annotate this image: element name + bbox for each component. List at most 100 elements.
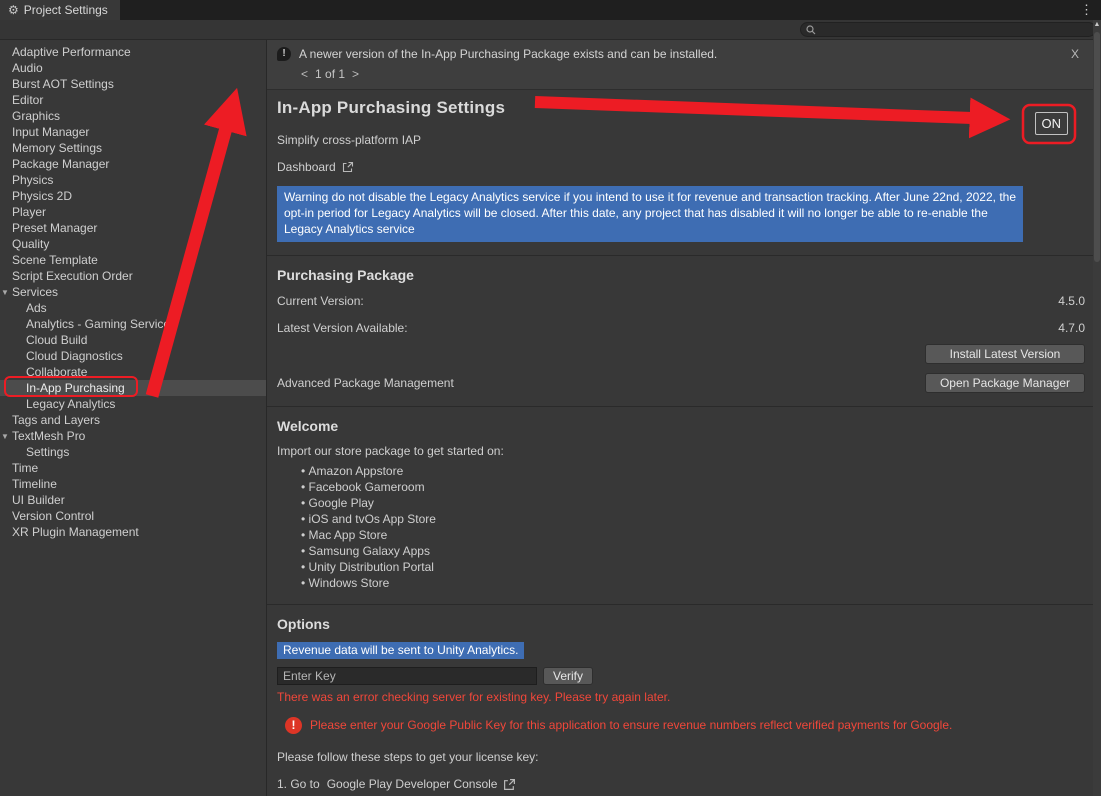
sidebar-item-timeline[interactable]: Timeline (0, 476, 266, 492)
sidebar-item-ads[interactable]: Ads (0, 300, 266, 316)
store-list-item: Mac App Store (301, 527, 1085, 543)
foldout-icon[interactable]: ▼ (1, 429, 9, 445)
sidebar-item-label: Timeline (12, 477, 57, 491)
google-key-error-text: Please enter your Google Public Key for … (310, 717, 952, 734)
dashboard-link[interactable]: Dashboard (277, 160, 354, 174)
sidebar-item-graphics[interactable]: Graphics (0, 108, 266, 124)
sidebar-item-time[interactable]: Time (0, 460, 266, 476)
store-list-item: Samsung Galaxy Apps (301, 543, 1085, 559)
sidebar-item-label: Version Control (12, 509, 94, 523)
sidebar-item-tmp-settings[interactable]: Settings (0, 444, 266, 460)
sidebar-item-label: Cloud Build (26, 333, 87, 347)
welcome-intro: Import our store package to get started … (277, 444, 1085, 458)
sidebar-item-label: Analytics - Gaming Services (26, 317, 176, 331)
simplify-iap-label: Simplify cross-platform IAP (277, 133, 1085, 147)
store-list-item: Facebook Gameroom (301, 479, 1085, 495)
banner-close-icon[interactable]: X (1065, 47, 1091, 61)
sidebar-item-tags-and-layers[interactable]: Tags and Layers (0, 412, 266, 428)
license-steps-intro: Please follow these steps to get your li… (277, 750, 1085, 764)
search-input[interactable] (820, 24, 1090, 36)
sidebar-item-label: Collaborate (26, 365, 87, 379)
search-box[interactable] (800, 22, 1096, 37)
window-menu-kebab-icon[interactable]: ⋮ (1072, 0, 1101, 20)
search-icon (806, 25, 816, 35)
sidebar-item-label: Package Manager (12, 157, 109, 171)
sidebar-item-services[interactable]: ▼Services (0, 284, 266, 300)
scrollbar-thumb[interactable] (1094, 32, 1100, 262)
vertical-scrollbar[interactable]: ▲ (1093, 20, 1101, 796)
external-link-icon (503, 778, 516, 791)
store-list-item: Windows Store (301, 575, 1085, 591)
sidebar-item-memory-settings[interactable]: Memory Settings (0, 140, 266, 156)
sidebar-item-label: Ads (26, 301, 47, 315)
purchasing-package-heading: Purchasing Package (277, 267, 1085, 283)
sidebar-item-cloud-build[interactable]: Cloud Build (0, 332, 266, 348)
settings-toolbar (0, 20, 1101, 40)
sidebar-item-physics-2d[interactable]: Physics 2D (0, 188, 266, 204)
store-list-item: Unity Distribution Portal (301, 559, 1085, 575)
sidebar-item-audio[interactable]: Audio (0, 60, 266, 76)
sidebar-item-physics[interactable]: Physics (0, 172, 266, 188)
section-divider (267, 406, 1101, 407)
foldout-icon[interactable]: ▼ (1, 285, 9, 301)
license-key-input[interactable] (277, 667, 537, 685)
update-notification-banner: ! A newer version of the In-App Purchasi… (267, 40, 1101, 90)
banner-next-button[interactable]: > (352, 67, 359, 81)
current-version-value: 4.5.0 (1058, 294, 1085, 308)
tab-project-settings[interactable]: ⚙ Project Settings (0, 0, 120, 20)
sidebar-item-ui-builder[interactable]: UI Builder (0, 492, 266, 508)
sidebar-item-burst-aot-settings[interactable]: Burst AOT Settings (0, 76, 266, 92)
sidebar-item-script-execution-order[interactable]: Script Execution Order (0, 268, 266, 284)
sidebar-item-label: Settings (26, 445, 69, 459)
sidebar-item-label: Cloud Diagnostics (26, 349, 123, 363)
current-version-label: Current Version: (277, 294, 364, 308)
open-package-manager-button[interactable]: Open Package Manager (925, 373, 1085, 393)
banner-pagination: 1 of 1 (315, 67, 345, 81)
sidebar-item-label: Quality (12, 237, 49, 251)
google-play-console-link[interactable]: Google Play Developer Console (327, 777, 517, 791)
step1-prefix: 1. Go to (277, 777, 320, 791)
sidebar-item-label: Burst AOT Settings (12, 77, 114, 91)
error-icon: ! (285, 717, 302, 734)
sidebar-item-label: TextMesh Pro (12, 429, 85, 443)
sidebar-item-editor[interactable]: Editor (0, 92, 266, 108)
external-link-icon (342, 161, 354, 173)
banner-prev-button[interactable]: < (301, 67, 308, 81)
window-titlebar: ⚙ Project Settings ⋮ (0, 0, 1101, 20)
sidebar-item-package-manager[interactable]: Package Manager (0, 156, 266, 172)
advanced-package-management-label: Advanced Package Management (277, 376, 454, 390)
sidebar-item-player[interactable]: Player (0, 204, 266, 220)
sidebar-item-label: Physics 2D (12, 189, 72, 203)
scroll-up-icon[interactable]: ▲ (1093, 20, 1101, 30)
store-list-item: Amazon Appstore (301, 463, 1085, 479)
sidebar-item-legacy-analytics[interactable]: Legacy Analytics (0, 396, 266, 412)
sidebar-item-label: In-App Purchasing (26, 381, 125, 395)
settings-content-panel: ! A newer version of the In-App Purchasi… (267, 40, 1101, 796)
dashboard-link-label: Dashboard (277, 160, 336, 174)
sidebar-item-label: Graphics (12, 109, 60, 123)
sidebar-item-scene-template[interactable]: Scene Template (0, 252, 266, 268)
sidebar-item-preset-manager[interactable]: Preset Manager (0, 220, 266, 236)
sidebar-item-input-manager[interactable]: Input Manager (0, 124, 266, 140)
store-list-item: Google Play (301, 495, 1085, 511)
sidebar-item-collaborate[interactable]: Collaborate (0, 364, 266, 380)
sidebar-item-version-control[interactable]: Version Control (0, 508, 266, 524)
welcome-heading: Welcome (277, 418, 1085, 434)
sidebar-item-label: Legacy Analytics (26, 397, 115, 411)
sidebar-item-label: Memory Settings (12, 141, 102, 155)
sidebar-item-analytics-gaming-services[interactable]: Analytics - Gaming Services (0, 316, 266, 332)
sidebar-item-label: Services (12, 285, 58, 299)
latest-version-value: 4.7.0 (1058, 321, 1085, 335)
iap-on-toggle[interactable]: ON (1035, 112, 1069, 135)
sidebar-item-label: Adaptive Performance (12, 45, 131, 59)
sidebar-item-in-app-purchasing[interactable]: In-App Purchasing (0, 380, 266, 396)
sidebar-item-label: UI Builder (12, 493, 65, 507)
sidebar-item-xr-plugin-management[interactable]: XR Plugin Management (0, 524, 266, 540)
sidebar-item-quality[interactable]: Quality (0, 236, 266, 252)
store-list-item: iOS and tvOs App Store (301, 511, 1085, 527)
sidebar-item-adaptive-performance[interactable]: Adaptive Performance (0, 44, 266, 60)
sidebar-item-cloud-diagnostics[interactable]: Cloud Diagnostics (0, 348, 266, 364)
sidebar-item-textmesh-pro[interactable]: ▼TextMesh Pro (0, 428, 266, 444)
verify-button[interactable]: Verify (543, 667, 593, 685)
install-latest-version-button[interactable]: Install Latest Version (925, 344, 1085, 364)
